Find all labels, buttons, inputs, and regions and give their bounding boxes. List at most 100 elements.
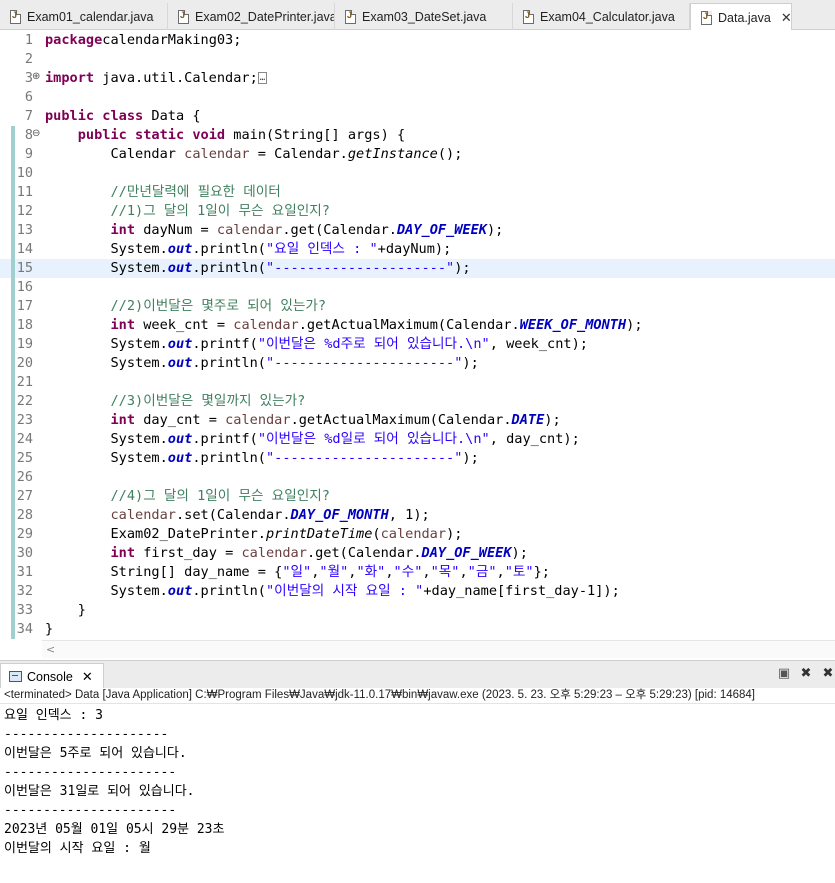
console-output[interactable]: 요일 인덱스 : 3 --------------------- 이번달은 5주로 …: [0, 704, 835, 883]
tab-exam02-dateprinter[interactable]: Exam02_DatePrinter.java: [168, 3, 335, 30]
code-line[interactable]: 12 //1)그 달의 1일이 무슨 요일인지?: [0, 202, 835, 221]
console-output-line: 이번달의 시작 요일 : 월: [4, 841, 151, 856]
code-token: calendarMaking03;: [102, 32, 242, 48]
tab-exam03-dateset[interactable]: Exam03_DateSet.java: [335, 3, 513, 30]
code-line[interactable]: 17 //2)이번달은 몇주로 되어 있는가?: [0, 297, 835, 316]
scroll-left-icon[interactable]: <: [46, 643, 55, 656]
code-line[interactable]: 18 int week_cnt = calendar.getActualMaxi…: [0, 316, 835, 335]
code-line[interactable]: 15 System.out.println("-----------------…: [0, 259, 835, 278]
code-line[interactable]: 11 //만년달력에 필요한 데이터: [0, 183, 835, 202]
code-line[interactable]: 32 System.out.println("이번달의 시작 요일 : "+da…: [0, 582, 835, 601]
code-token: calendar: [216, 222, 283, 238]
code-line[interactable]: 6: [0, 88, 835, 107]
code-token: ,: [385, 564, 394, 580]
code-token: );: [511, 545, 528, 561]
code-text: //3)이번달은 몇일까지 있는가?: [45, 392, 305, 411]
code-line[interactable]: 22 //3)이번달은 몇일까지 있는가?: [0, 392, 835, 411]
code-text: System.out.println("요일 인덱스 : "+dayNum);: [45, 240, 451, 259]
code-token: static: [135, 127, 185, 143]
code-token: );: [544, 412, 561, 428]
console-output-line: 이번달은 5주로 되어 있습니다.: [4, 746, 187, 761]
code-line[interactable]: 3 ⊕ import java.util.Calendar;…: [0, 69, 835, 88]
line-number: 3: [24, 70, 33, 86]
close-icon[interactable]: ✕: [82, 669, 93, 685]
code-line[interactable]: 25 System.out.println("-----------------…: [0, 449, 835, 468]
code-line[interactable]: 14 System.out.println("요일 인덱스 : "+dayNum…: [0, 240, 835, 259]
code-token: ();: [437, 146, 463, 162]
collapse-fold-icon[interactable]: ⊖: [32, 128, 40, 140]
code-line[interactable]: 24 System.out.printf("이번달은 %d일로 되어 있습니다.…: [0, 430, 835, 449]
code-line[interactable]: 10: [0, 164, 835, 183]
code-token: calendar: [241, 545, 307, 561]
code-token: int: [110, 545, 136, 561]
line-number: 24: [16, 431, 33, 447]
code-line[interactable]: 7 public class Data {: [0, 107, 835, 126]
code-line[interactable]: 34}: [0, 620, 835, 639]
code-line[interactable]: 30 int first_day = calendar.get(Calendar…: [0, 544, 835, 563]
code-token: DAY_OF_WEEK: [421, 545, 512, 561]
console-output-line: 2023년 05월 01일 05시 29분 23초: [4, 822, 225, 837]
remove-launch-icon[interactable]: ✖: [799, 667, 813, 681]
code-line[interactable]: 21: [0, 373, 835, 392]
code-token: .println(: [192, 583, 266, 599]
code-token: .println(: [192, 450, 266, 466]
code-line[interactable]: 20 System.out.println("-----------------…: [0, 354, 835, 373]
code-token: out: [167, 431, 193, 447]
code-line[interactable]: 16: [0, 278, 835, 297]
code-line[interactable]: 23 int day_cnt = calendar.getActualMaxim…: [0, 411, 835, 430]
tab-console[interactable]: Console ✕: [0, 663, 104, 689]
code-line[interactable]: 8 ⊖ public static void main(String[] args…: [0, 126, 835, 145]
line-number: 21: [16, 374, 33, 390]
code-token: //만년달력에 필요한 데이터: [110, 184, 281, 200]
editor-horizontal-scrollbar[interactable]: <: [42, 640, 835, 658]
tab-label: Exam01_calendar.java: [27, 9, 154, 24]
folded-import-marker[interactable]: …: [257, 72, 268, 84]
code-token: Calendar: [45, 146, 185, 162]
code-token: printDateTime: [265, 526, 373, 542]
code-line[interactable]: 28 calendar.set(Calendar.DAY_OF_MONTH, 1…: [0, 506, 835, 525]
code-text: int dayNum = calendar.get(Calendar.DAY_O…: [45, 221, 503, 240]
code-line[interactable]: 29 Exam02_DatePrinter.printDateTime(cale…: [0, 525, 835, 544]
code-text: import java.util.Calendar;…: [45, 69, 268, 88]
code-line[interactable]: 9 Calendar calendar = Calendar.getInstan…: [0, 145, 835, 164]
code-token: .println(: [192, 260, 266, 276]
code-text: int day_cnt = calendar.getActualMaximum(…: [45, 411, 561, 430]
code-line[interactable]: 1 packagecalendarMaking03;: [0, 31, 835, 50]
line-number: 11: [16, 184, 33, 200]
code-token: public: [77, 127, 127, 143]
close-icon[interactable]: ✕: [781, 10, 791, 26]
code-line[interactable]: 27 //4)그 달의 1일이 무슨 요일인지?: [0, 487, 835, 506]
code-token: Exam02_DatePrinter.: [45, 526, 266, 542]
code-line[interactable]: 33 }: [0, 601, 835, 620]
java-file-icon: [178, 9, 189, 24]
code-token: "화": [356, 564, 386, 580]
remove-all-icon[interactable]: ✖: [821, 667, 835, 681]
code-text: Exam02_DatePrinter.printDateTime(calenda…: [45, 525, 462, 544]
code-token: void: [192, 127, 226, 143]
code-line[interactable]: 26: [0, 468, 835, 487]
code-line[interactable]: 2: [0, 50, 835, 69]
code-editor[interactable]: 1 packagecalendarMaking03; 2 3 ⊕ import java.…: [0, 30, 835, 640]
code-line[interactable]: 19 System.out.printf("이번달은 %d주로 되어 있습니다.…: [0, 335, 835, 354]
expand-fold-icon[interactable]: ⊕: [32, 71, 40, 83]
code-token: package: [45, 32, 103, 48]
code-token: DAY_OF_WEEK: [396, 222, 487, 238]
code-token: first_day =: [135, 545, 242, 561]
code-line[interactable]: 31 String[] day_name = {"일","월","화","수",…: [0, 563, 835, 582]
tab-exam01-calendar[interactable]: Exam01_calendar.java: [0, 3, 168, 30]
code-token: }: [45, 602, 86, 618]
code-token: out: [167, 260, 193, 276]
line-number: 17: [16, 298, 33, 314]
console-tab-label: Console: [27, 669, 73, 684]
code-token: Data {: [143, 108, 201, 124]
stop-icon[interactable]: ▣: [777, 667, 791, 681]
line-number: 28: [16, 507, 33, 523]
tab-exam04-calculator[interactable]: Exam04_Calculator.java: [513, 3, 690, 30]
code-line[interactable]: 13 int dayNum = calendar.get(Calendar.DA…: [0, 221, 835, 240]
line-number: 13: [16, 222, 33, 238]
tab-data-java[interactable]: Data.java ✕: [690, 3, 792, 31]
code-text: }: [45, 601, 86, 620]
